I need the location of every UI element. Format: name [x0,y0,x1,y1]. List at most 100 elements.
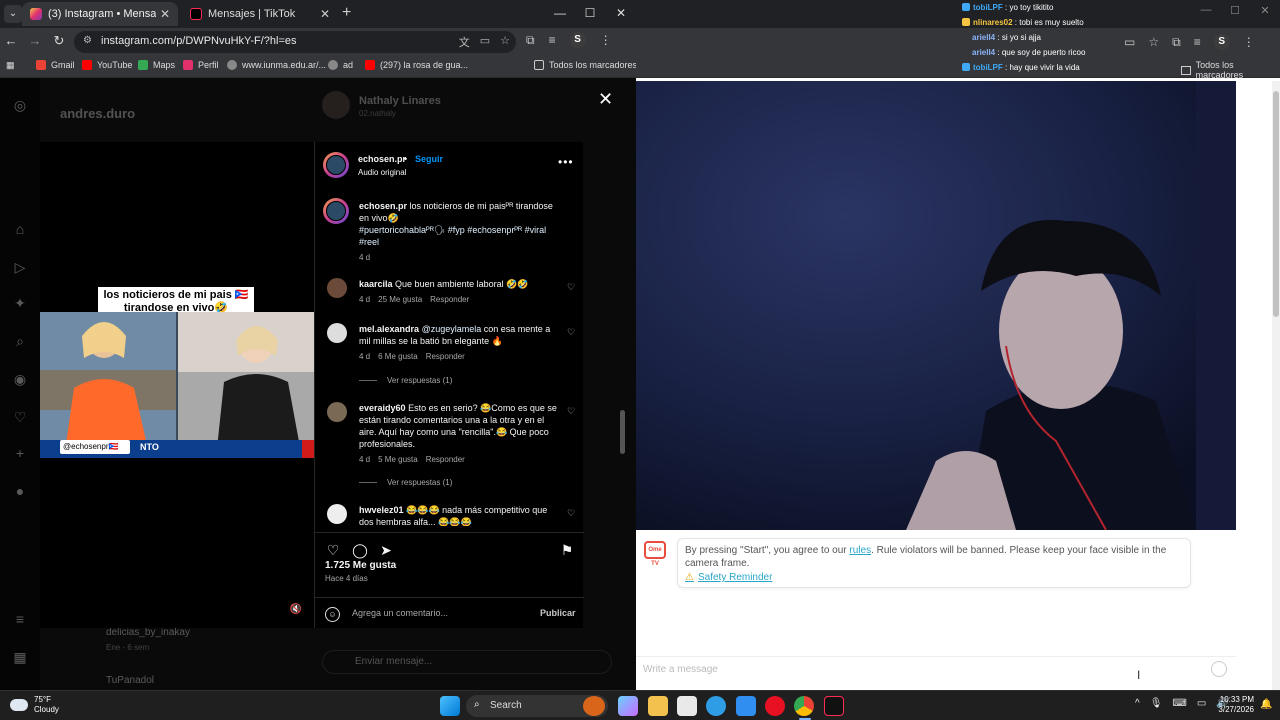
cast-icon[interactable]: ▭ [480,34,490,50]
commenter-avatar[interactable] [327,402,347,422]
minimize-button[interactable]: — [545,2,575,24]
comment-likes[interactable]: 6 Me gusta [378,352,418,361]
media-icon[interactable]: ≡ [1194,35,1201,49]
apps-icon[interactable]: ▦ [6,60,15,71]
tab-instagram[interactable]: (3) Instagram • Mensajes ✕ [22,2,178,26]
heart-icon[interactable]: ♡ [11,408,29,426]
profile-avatar[interactable]: S [1213,34,1230,50]
view-replies-button[interactable]: Ver respuestas (1) [359,376,452,385]
mail-icon[interactable] [736,696,756,716]
likes-count[interactable]: 1.725 Me gusta [325,560,396,571]
site-info-icon[interactable]: ⚙ [83,35,95,48]
comment-likes[interactable]: 5 Me gusta [378,455,418,464]
comment-user[interactable]: hwvelez01 [359,505,404,515]
instagram-logo-icon[interactable]: ◎ [11,96,29,114]
copilot-icon[interactable] [618,696,638,716]
comment-user[interactable]: mel.alexandra [359,324,419,334]
menu-icon[interactable]: ⋮ [1243,35,1255,49]
bookmark-iunma[interactable]: www.iunma.edu.ar/... [227,60,326,70]
scrollbar[interactable] [620,410,625,454]
tiktok-icon[interactable] [824,696,844,716]
comment-user[interactable]: kaarcila [359,279,393,289]
author-avatar[interactable] [323,198,349,224]
comment-likes[interactable]: 25 Me gusta [378,295,422,304]
audio-label[interactable]: Audio original [358,168,406,177]
caption-hashtags[interactable]: #puertoricohablaᴾᴿ🗣 #fyp #echosenprᴾᴿ #v… [359,225,546,247]
caption-author[interactable]: echosen.pr [359,201,407,211]
store-icon[interactable] [677,696,697,716]
follow-button[interactable]: Seguir [415,154,443,164]
page-scrollbar[interactable] [1272,81,1280,690]
message-input[interactable]: Write a message [643,664,718,675]
like-comment-icon[interactable]: ♡ [567,282,575,293]
commenter-avatar[interactable] [327,504,347,524]
reply-button[interactable]: Responder [430,295,469,304]
emoji-icon[interactable] [1211,661,1227,677]
file-explorer-icon[interactable] [648,696,668,716]
maximize-button[interactable]: ☐ [1220,4,1250,17]
reload-button[interactable]: ↻ [51,33,67,49]
comment-mention[interactable]: @zugeylamela [422,324,482,334]
publish-button[interactable]: Publicar [540,608,576,618]
tab-tiktok[interactable]: Mensajes | TikTok ✕ [182,2,338,26]
reply-button[interactable]: Responder [426,455,465,464]
all-bookmarks-button[interactable]: Todos los marcadores [1181,60,1280,80]
cast-icon[interactable]: ▭ [1124,35,1135,49]
mute-icon[interactable]: 🔇 [288,602,304,618]
extensions-icon[interactable]: ⧉ [1172,35,1181,50]
address-bar[interactable]: ⚙ instagram.com/p/DWPNvuHkY-F/?hl=es 文 ▭… [74,31,516,53]
close-window-button[interactable]: ✕ [1250,4,1280,17]
reels-icon[interactable]: ▷ [11,258,29,276]
search-highlight-icon[interactable] [583,696,605,716]
thread-name[interactable]: delicias_by_inakay [106,627,190,638]
close-post-icon[interactable]: ✕ [598,90,613,108]
chat-avatar[interactable] [322,91,350,119]
bookmark-youtube[interactable]: YouTube [82,60,132,70]
like-comment-icon[interactable]: ♡ [567,508,575,519]
threads-icon[interactable]: ▦ [11,648,29,666]
minimize-button[interactable]: — [1191,4,1221,16]
weather-widget[interactable]: 75°F Cloudy [10,695,59,715]
tab-search-dropdown[interactable]: ⌄ [4,5,22,23]
start-icon[interactable] [440,696,460,716]
view-replies-button[interactable]: Ver respuestas (1) [359,478,452,487]
extensions-icon[interactable]: ⧉ [526,33,535,48]
bookmark-perfil[interactable]: Perfil [183,60,219,70]
explore-icon[interactable]: ◉ [11,370,29,388]
like-comment-icon[interactable]: ♡ [567,327,575,338]
bookmark-star-icon[interactable]: ☆ [1148,35,1159,49]
translate-icon[interactable]: 文 [459,34,470,50]
chat-name[interactable]: Nathaly Linares [359,95,441,107]
chevron-up-icon[interactable]: ^ [1135,698,1140,709]
message-input[interactable]: Enviar mensaje... [322,650,612,674]
messages-icon[interactable]: ✦ [11,294,29,312]
more-menu-icon[interactable]: ≡ [11,610,29,628]
close-tab-icon[interactable]: ✕ [320,7,330,21]
emoji-icon[interactable]: ☺ [325,607,340,622]
menu-icon[interactable]: ⋮ [600,33,612,47]
home-icon[interactable]: ⌂ [11,220,29,238]
search-icon[interactable]: ⌕ [11,332,29,350]
microphone-icon[interactable]: 🎙 [1150,698,1163,709]
safety-reminder-link[interactable]: ⚠ Safety Reminder [685,572,772,583]
bookmark-ad[interactable]: ad [328,60,353,70]
bookmark-gmail[interactable]: Gmail [36,60,75,70]
reply-button[interactable]: Responder [426,352,465,361]
author-name[interactable]: echosen.pr [358,154,406,164]
chrome-icon[interactable] [794,696,814,716]
network-icon[interactable]: ▭ [1197,698,1206,709]
clock[interactable]: 10:33 PM 3/27/2026 [1214,695,1254,715]
profile-icon[interactable]: ● [11,482,29,500]
bookmark-star-icon[interactable]: ☆ [500,34,510,50]
create-icon[interactable]: + [11,444,29,462]
back-button[interactable]: ← [3,33,19,49]
like-comment-icon[interactable]: ♡ [567,406,575,417]
thread-name[interactable]: TuPanadol [106,675,154,686]
profile-avatar[interactable]: S [569,32,586,48]
author-avatar[interactable] [323,152,349,178]
more-options-icon[interactable]: ••• [558,155,574,169]
media-icon[interactable]: ≡ [549,33,556,47]
opera-icon[interactable] [765,696,785,716]
new-tab-button[interactable]: + [342,4,351,22]
post-video[interactable]: los noticieros de mi pais 🇵🇷 tirandose e… [40,142,314,628]
